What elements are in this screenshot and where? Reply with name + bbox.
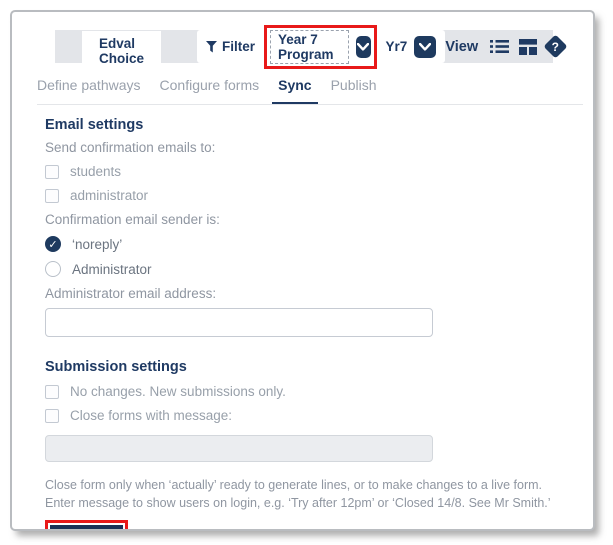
program-dropdown-highlight-box: Year 7 Program — [264, 24, 377, 69]
view-group: View ? — [445, 30, 571, 63]
list-view-icon[interactable] — [490, 39, 510, 54]
layout-view-icon[interactable] — [519, 38, 538, 55]
administrator-checkbox[interactable] — [45, 188, 59, 203]
app-window: Edval Choice Filter Year 7 Program Yr7 V… — [10, 10, 595, 531]
sender-label: Confirmation email sender is: — [45, 212, 220, 227]
sync-settings-content: Email settings Send confirmation emails … — [45, 117, 563, 529]
checkbox-row-close-forms: Close forms with message: — [45, 408, 563, 423]
program-dropdown-value: Year 7 Program — [270, 29, 350, 64]
tab-sync[interactable]: Sync — [272, 77, 318, 104]
radio-row-noreply: ‘noreply’ — [45, 236, 563, 252]
chevron-down-icon[interactable] — [356, 35, 371, 58]
students-checkbox[interactable] — [45, 164, 59, 179]
help-diamond-icon[interactable]: ? — [543, 34, 568, 59]
email-settings-heading: Email settings — [45, 117, 144, 133]
close-forms-checkbox[interactable] — [45, 408, 59, 423]
no-changes-checkbox-label: No changes. New submissions only. — [70, 384, 286, 399]
submission-settings-heading: Submission settings — [45, 359, 187, 375]
administrator-radio-label: Administrator — [72, 261, 152, 277]
view-label: View — [445, 38, 479, 55]
tab-edval-choice[interactable]: Edval Choice — [82, 31, 161, 71]
checkbox-row-students: students — [45, 164, 563, 179]
chevron-down-icon[interactable] — [414, 35, 437, 58]
no-changes-checkbox[interactable] — [45, 384, 59, 399]
app-tab-label: Edval Choice — [99, 36, 145, 66]
send-to-label: Send confirmation emails to: — [45, 140, 216, 155]
administrator-checkbox-label: administrator — [70, 188, 149, 203]
students-checkbox-label: students — [70, 164, 122, 179]
admin-email-input[interactable] — [45, 308, 433, 337]
sync-button-area: Sync — [45, 519, 129, 529]
year-dropdown-value: Yr7 — [385, 39, 408, 54]
tab-configure-forms[interactable]: Configure forms — [160, 77, 260, 104]
filter-button[interactable]: Filter — [206, 39, 255, 54]
funnel-icon — [206, 40, 217, 53]
sync-button-highlight-box: Sync — [45, 519, 129, 529]
admin-email-label: Administrator email address: — [45, 286, 217, 301]
noreply-radio-label: ‘noreply’ — [72, 236, 123, 252]
close-message-input[interactable] — [45, 435, 433, 462]
checkbox-row-administrator: administrator — [45, 188, 563, 203]
tab-define-pathways[interactable]: Define pathways — [37, 77, 141, 104]
noreply-radio[interactable] — [45, 236, 61, 252]
administrator-radio[interactable] — [45, 261, 61, 277]
toolbar: Edval Choice Filter Year 7 Program Yr7 V… — [55, 24, 568, 71]
filter-label: Filter — [222, 39, 256, 54]
nav-tabs: Define pathways Configure forms Sync Pub… — [37, 77, 583, 104]
help-text: Close form only when ‘actually’ ready to… — [45, 477, 563, 513]
tab-publish[interactable]: Publish — [331, 77, 377, 104]
checkbox-row-no-changes: No changes. New submissions only. — [45, 384, 563, 399]
filter-panel: Filter Year 7 Program Yr7 — [197, 24, 446, 69]
program-dropdown[interactable]: Year 7 Program — [270, 29, 371, 64]
radio-row-administrator: Administrator — [45, 261, 563, 277]
tabs-divider — [37, 104, 583, 105]
close-forms-checkbox-label: Close forms with message: — [70, 408, 233, 423]
year-dropdown[interactable]: Yr7 — [385, 35, 437, 58]
help-text-line-2: Enter message to show users on login, e.… — [45, 495, 551, 510]
help-text-line-1: Close form only when ‘actually’ ready to… — [45, 478, 543, 492]
sync-button[interactable]: Sync — [50, 524, 124, 529]
